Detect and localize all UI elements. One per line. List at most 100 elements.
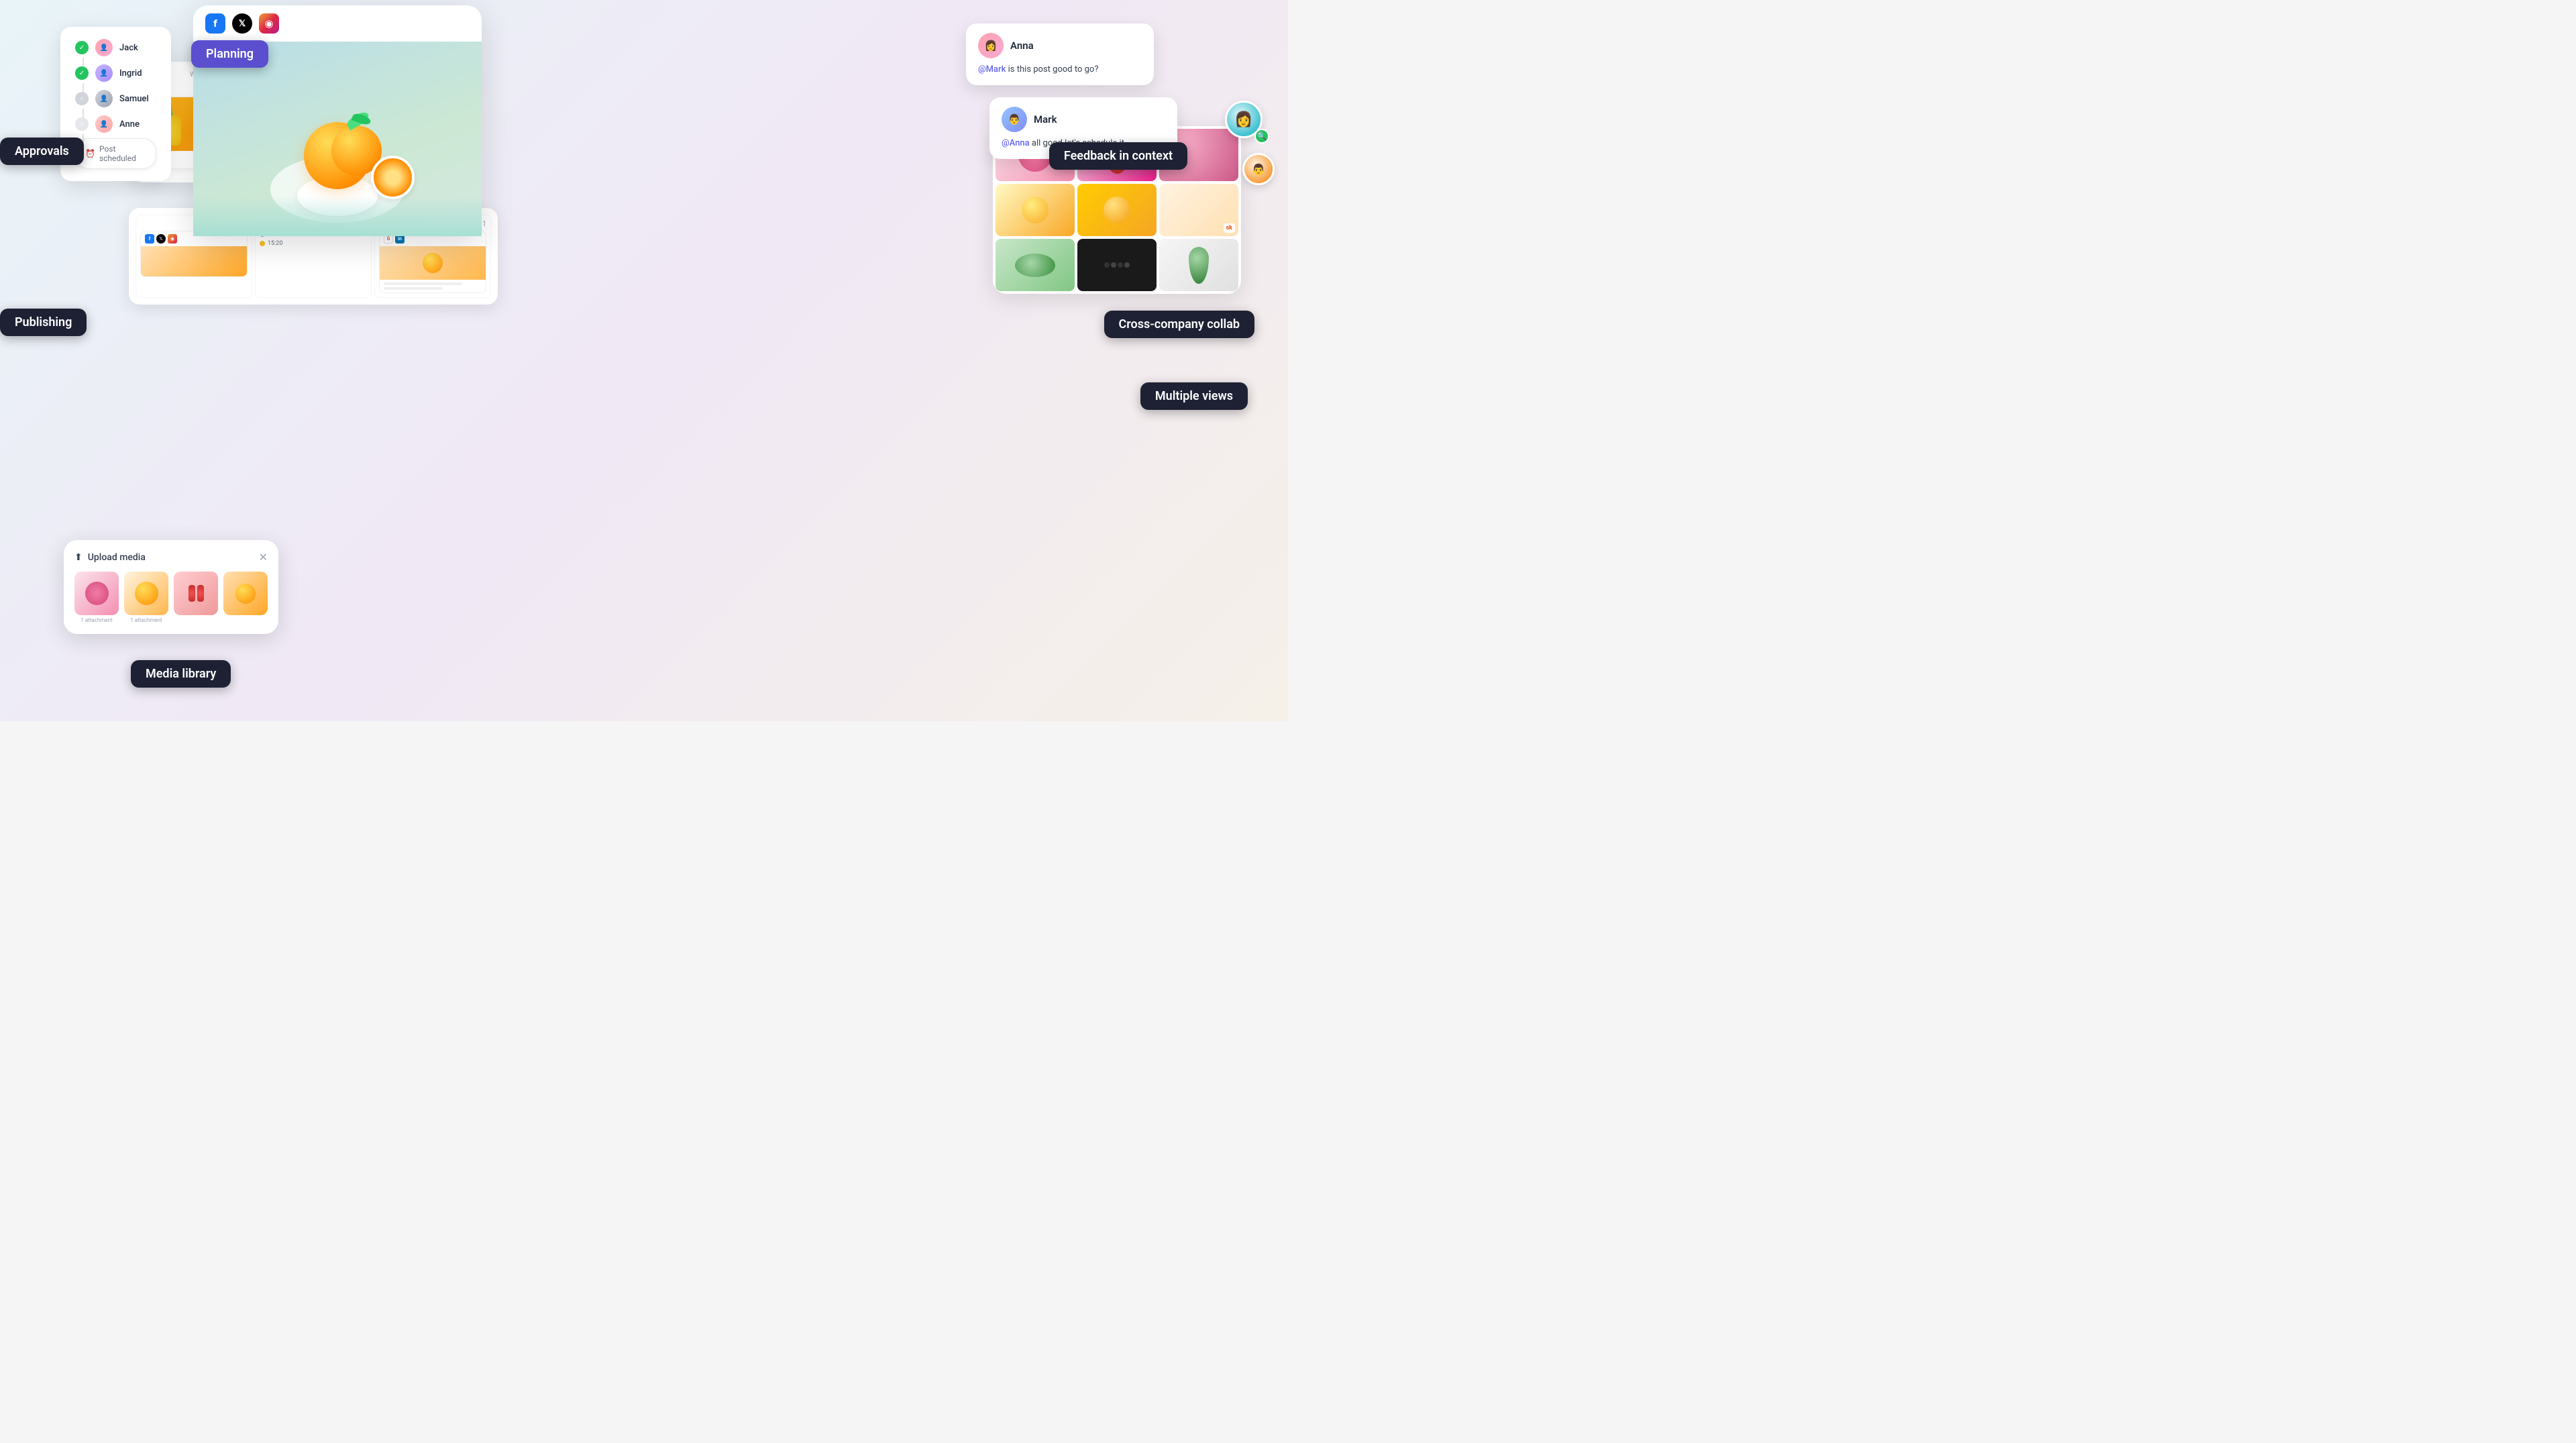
twitter-icon: 𝕏 [232, 13, 252, 34]
upload-icon: ⬆ [74, 552, 83, 563]
upload-fruit-4 [235, 584, 256, 604]
avatar-jack: 👤 [95, 39, 113, 56]
upload-img-3 [174, 572, 218, 615]
orange-slice [371, 156, 415, 199]
week-post-2-text [380, 280, 486, 292]
fb-sm: f [145, 234, 154, 244]
check-jack: ✓ [75, 41, 89, 54]
cross-company-label: Cross-company collab [1119, 317, 1240, 331]
media-cell-6: sk [1159, 184, 1238, 236]
collab-avatar-2: 👨 [1242, 153, 1275, 185]
upload-title-area: ⬆ Upload media [74, 552, 146, 563]
planning-badge: Planning [191, 40, 268, 68]
approvals-label: Approvals [15, 144, 69, 158]
orange-tiny [423, 253, 443, 273]
ig-sm: ◉ [168, 234, 177, 244]
bottle-2 [197, 585, 204, 602]
facebook-icon: f [205, 13, 225, 34]
event-time-2: 15:20 [268, 240, 282, 247]
dot1 [1104, 262, 1110, 268]
multiple-views-label: Multiple views [1155, 389, 1233, 403]
bottle-1 [189, 585, 195, 602]
main-scene: Approvals Publishing Feedback in context… [0, 0, 1288, 721]
week-post-2: G in [379, 231, 486, 293]
publishing-badge: Publishing [0, 309, 87, 336]
upload-item-4 [223, 572, 268, 623]
name-samuel: Samuel [119, 94, 149, 104]
dot2 [1111, 262, 1116, 268]
name-ingrid: Ingrid [119, 68, 142, 78]
upload-item-1: 1 attachment [74, 572, 119, 623]
dark-pattern [1104, 262, 1130, 268]
upload-close-button[interactable]: ✕ [259, 551, 268, 564]
anna-name: Anna [1010, 40, 1034, 52]
media-cell-9 [1159, 239, 1238, 291]
text-line-1 [384, 282, 462, 285]
collab-person-2: 👨 [1244, 155, 1273, 183]
week-img-1 [141, 246, 247, 276]
avatar-ingrid: 👤 [95, 64, 113, 82]
orange-slice-small [1104, 197, 1130, 223]
avatar-anne: 👤 [95, 115, 113, 133]
media-library-badge: Media library [131, 660, 231, 688]
main-post-image [193, 42, 482, 236]
media-cell-8 [1077, 239, 1157, 291]
approvals-badge: Approvals [0, 138, 84, 165]
instagram-icon: ◉ [259, 13, 279, 34]
clock-icon: ⏰ [85, 149, 95, 158]
anna-avatar: 👩 [978, 33, 1004, 58]
upload-label-2: 1 attachment [124, 617, 168, 623]
approval-row-jack: ✓ 👤 Jack [75, 39, 156, 56]
planning-label-container: Planning [191, 40, 268, 68]
upload-bottles [189, 585, 204, 602]
feedback-badge: Feedback in context [1049, 142, 1187, 170]
post-scheduled-text: Post scheduled [99, 144, 146, 163]
week-img-2 [380, 246, 486, 280]
approval-row-samuel: ○ 👤 Samuel [75, 90, 156, 107]
yellow-dot [260, 241, 265, 246]
upload-item-2: 1 attachment [124, 572, 168, 623]
media-library-label: Media library [146, 667, 216, 681]
mark-avatar: 👨 [1002, 107, 1027, 132]
upload-grid: 1 attachment 1 attachment [74, 572, 268, 623]
tw-sm: 𝕏 [156, 234, 166, 244]
post-scheduled-badge: ⏰ Post scheduled [75, 138, 156, 169]
time-event-2: 15:20 [260, 240, 367, 247]
citrus-shape-1 [1022, 197, 1049, 223]
name-anne: Anne [119, 119, 140, 129]
planning-label: Planning [206, 47, 254, 61]
text-line-2 [384, 287, 443, 290]
dot4 [1124, 262, 1130, 268]
anna-feedback-text: @Mark is this post good to go? [978, 64, 1142, 76]
week-post-1: f 𝕏 ◉ [140, 231, 248, 277]
mark-name: Mark [1034, 113, 1057, 125]
cloth-bottom [193, 196, 482, 236]
upload-fruit-2 [135, 582, 158, 605]
upload-card: ⬆ Upload media ✕ 1 attachment 1 attachme… [64, 540, 278, 634]
anna-feedback-header: 👩 Anna [978, 33, 1142, 58]
feedback-label: Feedback in context [1064, 149, 1173, 163]
media-cell-4 [996, 184, 1075, 236]
check-ingrid: ✓ [75, 66, 89, 80]
mark-feedback-header: 👨 Mark [1002, 107, 1165, 132]
approval-row-ingrid: ✓ 👤 Ingrid [75, 64, 156, 82]
dot3 [1118, 262, 1123, 268]
media-cell-5 [1077, 184, 1157, 236]
upload-fruit-1 [85, 582, 109, 605]
check-samuel: ○ [75, 92, 89, 105]
media-tag: sk [1224, 223, 1235, 233]
social-icons-bar: f 𝕏 ◉ [193, 5, 482, 42]
avatar-samuel: 👤 [95, 90, 113, 107]
collab-search-icon: 🔍 [1254, 129, 1269, 144]
upload-img-4 [223, 572, 268, 615]
upload-img-1 [74, 572, 119, 615]
multiple-views-badge: Multiple views [1140, 382, 1248, 410]
smoothie-glass [1189, 247, 1209, 284]
lime-shape [1015, 254, 1055, 277]
upload-title: Upload media [88, 552, 146, 563]
media-cell-7 [996, 239, 1075, 291]
name-jack: Jack [119, 43, 138, 53]
upload-item-3 [174, 572, 218, 623]
upload-img-2 [124, 572, 168, 615]
upload-header: ⬆ Upload media ✕ [74, 551, 268, 564]
